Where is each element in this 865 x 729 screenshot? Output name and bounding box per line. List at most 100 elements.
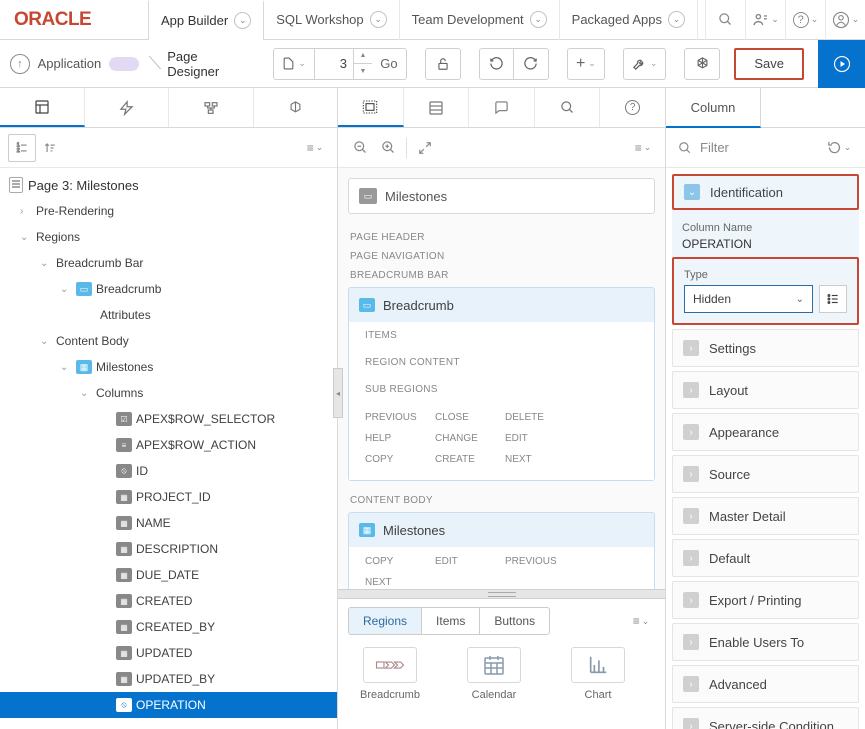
tree-col-operation[interactable]: ⦸OPERATION [0, 692, 337, 718]
prop-section-default[interactable]: ›Default [673, 540, 858, 576]
tree-col[interactable]: ▦DESCRIPTION [0, 536, 337, 562]
admin-icon[interactable]: ⌄ [745, 0, 785, 40]
slot-next[interactable]: NEXT [505, 449, 575, 470]
tree-content-body[interactable]: ⌄Content Body [0, 328, 337, 354]
component-view-tab[interactable] [404, 88, 470, 127]
tree-breadcrumb[interactable]: ⌄▭Breadcrumb [0, 276, 337, 302]
prop-section-advanced[interactable]: ›Advanced [673, 666, 858, 702]
region-search[interactable]: ▭Milestones [348, 178, 655, 214]
page-down-button[interactable]: ▼ [354, 64, 372, 79]
view-numbered-icon[interactable]: 12 [8, 134, 36, 162]
undo-button[interactable] [480, 49, 514, 79]
zoom-in-icon[interactable] [374, 134, 402, 162]
tree-col[interactable]: ▦PROJECT_ID [0, 484, 337, 510]
shared-tab[interactable] [254, 88, 338, 127]
slot-help[interactable]: HELP [365, 428, 435, 449]
prop-section-server-side[interactable]: ›Server-side Condition [673, 708, 858, 729]
type-select[interactable]: Hidden⌄ [684, 285, 813, 313]
tree-col[interactable]: ☑APEX$ROW_SELECTOR [0, 406, 337, 432]
go-button[interactable]: Go [372, 49, 406, 79]
filter-input[interactable]: Filter [678, 140, 729, 155]
tree-col[interactable]: ▦DUE_DATE [0, 562, 337, 588]
up-arrow-icon[interactable]: ↑ [10, 54, 30, 74]
expand-icon[interactable] [411, 134, 439, 162]
tab-packaged-apps[interactable]: Packaged Apps⌄ [560, 0, 698, 40]
help-icon[interactable]: ?⌄ [785, 0, 825, 40]
slot-edit[interactable]: EDIT [505, 428, 575, 449]
redo-button[interactable] [514, 49, 548, 79]
gallery-tab-items[interactable]: Items [422, 608, 480, 634]
search-icon[interactable] [705, 0, 745, 40]
shared-components-button[interactable] [685, 49, 719, 79]
tree-col[interactable]: ▦UPDATED [0, 640, 337, 666]
tree-root[interactable]: Page 3: Milestones [0, 172, 337, 198]
gallery-breadcrumb[interactable]: Breadcrumb [348, 647, 432, 701]
rendering-tab[interactable] [0, 88, 85, 127]
breadcrumb-app[interactable]: Application [38, 56, 102, 71]
region-slot[interactable]: REGION CONTENT [349, 349, 654, 376]
gallery-tab-regions[interactable]: Regions [349, 608, 422, 634]
help-tab[interactable]: ? [600, 88, 665, 127]
slot-create[interactable]: CREATE [435, 449, 505, 470]
go-to-group-icon[interactable]: ⌄ [825, 134, 853, 162]
layout-tab[interactable] [338, 88, 404, 127]
horizontal-splitter[interactable] [338, 589, 665, 599]
slot-close[interactable]: CLOSE [435, 407, 505, 428]
tree-col[interactable]: ▦UPDATED_BY [0, 666, 337, 692]
menu-icon[interactable]: ≡⌄ [627, 607, 655, 635]
prop-section-identification[interactable]: ⌄Identification [672, 174, 859, 210]
run-button[interactable] [818, 40, 865, 88]
page-up-button[interactable]: ▲ [354, 49, 372, 64]
prop-section-appearance[interactable]: ›Appearance [673, 414, 858, 450]
prop-section-export[interactable]: ›Export / Printing [673, 582, 858, 618]
gallery-calendar[interactable]: Calendar [452, 647, 536, 701]
prop-section-settings[interactable]: ›Settings [673, 330, 858, 366]
create-button[interactable]: +⌄ [568, 49, 604, 79]
prop-tab-column[interactable]: Column [666, 88, 761, 128]
menu-icon[interactable]: ≡⌄ [301, 134, 329, 162]
slot-previous[interactable]: PREVIOUS [365, 407, 435, 428]
page-finder-button[interactable]: ⌄ [274, 49, 315, 79]
tree-columns[interactable]: ⌄Columns [0, 380, 337, 406]
menu-icon[interactable]: ≡⌄ [629, 134, 657, 162]
tree-col[interactable]: ▦CREATED [0, 588, 337, 614]
view-sort-icon[interactable] [36, 134, 64, 162]
page-number-input[interactable] [315, 49, 353, 79]
region-breadcrumb[interactable]: ▭Breadcrumb [349, 288, 654, 322]
tree-col[interactable]: ▦CREATED_BY [0, 614, 337, 640]
tree-col[interactable]: ⦸ID [0, 458, 337, 484]
region-slot[interactable]: ITEMS [349, 322, 654, 349]
slot-change[interactable]: CHANGE [435, 428, 505, 449]
tree-pre-rendering[interactable]: ›Pre-Rendering [0, 198, 337, 224]
slot-delete[interactable]: DELETE [505, 407, 575, 428]
gallery-tab-buttons[interactable]: Buttons [480, 608, 549, 634]
tab-team-dev[interactable]: Team Development⌄ [400, 0, 560, 40]
save-button[interactable]: Save [734, 48, 804, 80]
lock-button[interactable] [426, 49, 460, 79]
utilities-button[interactable]: ⌄ [624, 49, 666, 79]
prop-section-master-detail[interactable]: ›Master Detail [673, 498, 858, 534]
dynamic-actions-tab[interactable] [85, 88, 170, 127]
slot-copy[interactable]: COPY [365, 449, 435, 470]
user-icon[interactable]: ⌄ [825, 0, 865, 40]
tab-sql-workshop[interactable]: SQL Workshop⌄ [264, 0, 399, 40]
messages-tab[interactable] [469, 88, 535, 127]
prop-section-layout[interactable]: ›Layout [673, 372, 858, 408]
prop-section-enable-users[interactable]: ›Enable Users To [673, 624, 858, 660]
type-options-button[interactable] [819, 285, 847, 313]
tree-attributes[interactable]: Attributes [0, 302, 337, 328]
tree-breadcrumb-bar[interactable]: ⌄Breadcrumb Bar [0, 250, 337, 276]
gallery-chart[interactable]: Chart [556, 647, 640, 701]
region-milestones[interactable]: ▦Milestones [349, 513, 654, 547]
slot-next[interactable]: NEXT [365, 572, 435, 589]
slot-edit[interactable]: EDIT [435, 551, 505, 572]
slot-copy[interactable]: COPY [365, 551, 435, 572]
tree-col[interactable]: ▦NAME [0, 510, 337, 536]
zoom-out-icon[interactable] [346, 134, 374, 162]
tree-milestones[interactable]: ⌄▦Milestones [0, 354, 337, 380]
processing-tab[interactable] [169, 88, 254, 127]
vertical-splitter[interactable]: ◂ [333, 368, 343, 418]
page-search-tab[interactable] [535, 88, 601, 127]
tree-regions[interactable]: ⌄Regions [0, 224, 337, 250]
slot-previous[interactable]: PREVIOUS [505, 551, 575, 572]
